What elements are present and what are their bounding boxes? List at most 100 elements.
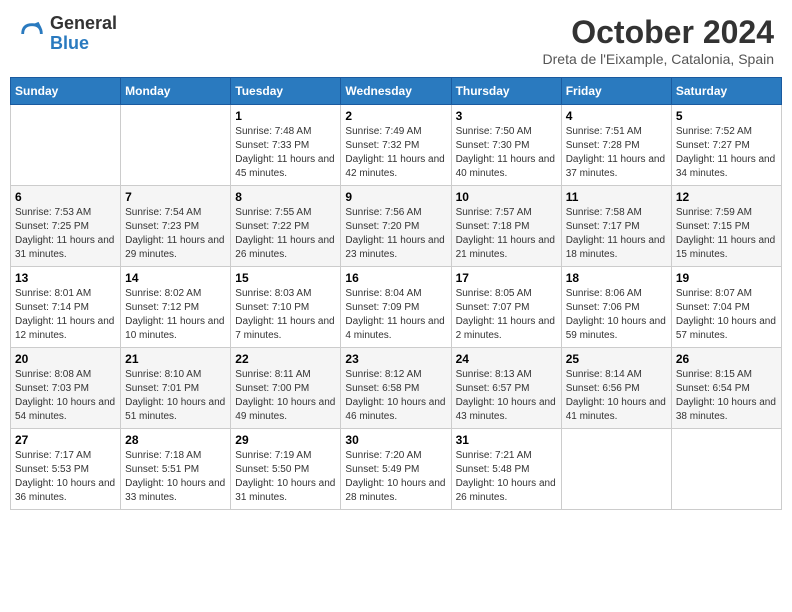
calendar-cell: 14Sunrise: 8:02 AM Sunset: 7:12 PM Dayli… <box>121 267 231 348</box>
page-header: General Blue October 2024 Dreta de l'Eix… <box>10 10 782 71</box>
calendar-cell: 11 Sunrise: 7:58 AM Sunset: 7:17 PM Dayli… <box>561 186 671 267</box>
logo-text: General Blue <box>50 14 117 54</box>
day-info: Sunrise: 8:01 AM Sunset: 7:14 PM Dayligh… <box>15 287 116 343</box>
calendar-cell: 26 Sunrise: 8:15 AM Sunset: 6:54 PM Dayli… <box>671 348 781 429</box>
day-number: 15 <box>235 271 336 285</box>
day-info: Sunrise: 7:21 AM Sunset: 5:48 PM Dayligh… <box>456 449 557 505</box>
day-info: Sunrise: 7:17 AM Sunset: 5:53 PM Dayligh… <box>15 449 116 505</box>
day-info: Sunrise: 8:15 AM Sunset: 6:54 PM Dayligh… <box>676 368 777 424</box>
day-of-week-saturday: Saturday <box>671 78 781 105</box>
day-number: 22 <box>235 352 336 366</box>
days-of-week-row: SundayMondayTuesdayWednesdayThursdayFrid… <box>11 78 782 105</box>
day-of-week-friday: Friday <box>561 78 671 105</box>
day-number: 20 <box>15 352 116 366</box>
calendar-cell: 13 Sunrise: 8:01 AM Sunset: 7:14 PM Dayli… <box>11 267 121 348</box>
calendar-cell: 21 Sunrise: 8:10 AM Sunset: 7:01 PM Dayli… <box>121 348 231 429</box>
logo-icon <box>18 20 46 48</box>
day-number: 7 <box>125 190 226 204</box>
day-info: Sunrise: 8:03 AM Sunset: 7:10 PM Dayligh… <box>235 287 336 343</box>
calendar-cell: 3 Sunrise: 7:50 AM Sunset: 7:30 PM Daylig… <box>451 105 561 186</box>
day-info: Sunrise: 8:07 AM Sunset: 7:04 PM Dayligh… <box>676 287 777 343</box>
day-number: 3 <box>456 109 557 123</box>
day-number: 6 <box>15 190 116 204</box>
day-number: 27 <box>15 433 116 447</box>
location-subtitle: Dreta de l'Eixample, Catalonia, Spain <box>543 51 774 67</box>
day-of-week-thursday: Thursday <box>451 78 561 105</box>
day-number: 21 <box>125 352 226 366</box>
day-number: 30 <box>345 433 446 447</box>
month-title: October 2024 <box>543 14 774 51</box>
calendar-cell: 23 Sunrise: 8:12 AM Sunset: 6:58 PM Dayli… <box>341 348 451 429</box>
calendar-cell: 28Sunrise: 7:18 AM Sunset: 5:51 PM Dayli… <box>121 429 231 510</box>
day-number: 11 <box>566 190 667 204</box>
logo: General Blue <box>18 14 117 54</box>
calendar-body: 1Sunrise: 7:48 AM Sunset: 7:33 PM Daylig… <box>11 105 782 510</box>
calendar-cell: 6 Sunrise: 7:53 AM Sunset: 7:25 PM Daylig… <box>11 186 121 267</box>
calendar-cell: 2Sunrise: 7:49 AM Sunset: 7:32 PM Daylig… <box>341 105 451 186</box>
day-info: Sunrise: 7:54 AM Sunset: 7:23 PM Dayligh… <box>125 206 226 262</box>
day-info: Sunrise: 7:48 AM Sunset: 7:33 PM Dayligh… <box>235 125 336 181</box>
day-info: Sunrise: 7:58 AM Sunset: 7:17 PM Dayligh… <box>566 206 667 262</box>
day-number: 26 <box>676 352 777 366</box>
calendar-cell: 17Sunrise: 8:05 AM Sunset: 7:07 PM Dayli… <box>451 267 561 348</box>
day-info: Sunrise: 7:50 AM Sunset: 7:30 PM Dayligh… <box>456 125 557 181</box>
day-number: 12 <box>676 190 777 204</box>
day-number: 23 <box>345 352 446 366</box>
calendar-cell <box>121 105 231 186</box>
day-number: 31 <box>456 433 557 447</box>
day-number: 24 <box>456 352 557 366</box>
calendar-cell: 15 Sunrise: 8:03 AM Sunset: 7:10 PM Dayli… <box>231 267 341 348</box>
calendar-cell <box>561 429 671 510</box>
calendar-cell: 8 Sunrise: 7:55 AM Sunset: 7:22 PM Daylig… <box>231 186 341 267</box>
day-number: 16 <box>345 271 446 285</box>
day-number: 4 <box>566 109 667 123</box>
day-info: Sunrise: 7:18 AM Sunset: 5:51 PM Dayligh… <box>125 449 226 505</box>
day-info: Sunrise: 8:06 AM Sunset: 7:06 PM Dayligh… <box>566 287 667 343</box>
day-info: Sunrise: 8:10 AM Sunset: 7:01 PM Dayligh… <box>125 368 226 424</box>
calendar-cell: 29 Sunrise: 7:19 AM Sunset: 5:50 PM Dayli… <box>231 429 341 510</box>
calendar-cell: 27 Sunrise: 7:17 AM Sunset: 5:53 PM Dayli… <box>11 429 121 510</box>
day-number: 18 <box>566 271 667 285</box>
day-info: Sunrise: 7:49 AM Sunset: 7:32 PM Dayligh… <box>345 125 446 181</box>
day-info: Sunrise: 7:59 AM Sunset: 7:15 PM Dayligh… <box>676 206 777 262</box>
day-of-week-monday: Monday <box>121 78 231 105</box>
calendar-cell: 7 Sunrise: 7:54 AM Sunset: 7:23 PM Daylig… <box>121 186 231 267</box>
day-number: 13 <box>15 271 116 285</box>
day-info: Sunrise: 7:51 AM Sunset: 7:28 PM Dayligh… <box>566 125 667 181</box>
calendar-week-row: 6 Sunrise: 7:53 AM Sunset: 7:25 PM Daylig… <box>11 186 782 267</box>
day-number: 14 <box>125 271 226 285</box>
day-info: Sunrise: 7:19 AM Sunset: 5:50 PM Dayligh… <box>235 449 336 505</box>
logo-blue-text: Blue <box>50 34 117 54</box>
calendar-cell: 20Sunrise: 8:08 AM Sunset: 7:03 PM Dayli… <box>11 348 121 429</box>
calendar-cell: 4 Sunrise: 7:51 AM Sunset: 7:28 PM Daylig… <box>561 105 671 186</box>
calendar-cell: 10Sunrise: 7:57 AM Sunset: 7:18 PM Dayli… <box>451 186 561 267</box>
day-number: 25 <box>566 352 667 366</box>
day-info: Sunrise: 8:14 AM Sunset: 6:56 PM Dayligh… <box>566 368 667 424</box>
day-info: Sunrise: 8:11 AM Sunset: 7:00 PM Dayligh… <box>235 368 336 424</box>
title-block: October 2024 Dreta de l'Eixample, Catalo… <box>543 14 774 67</box>
day-info: Sunrise: 7:52 AM Sunset: 7:27 PM Dayligh… <box>676 125 777 181</box>
calendar-week-row: 27 Sunrise: 7:17 AM Sunset: 5:53 PM Dayli… <box>11 429 782 510</box>
calendar-cell: 9Sunrise: 7:56 AM Sunset: 7:20 PM Daylig… <box>341 186 451 267</box>
calendar-cell <box>11 105 121 186</box>
day-info: Sunrise: 7:55 AM Sunset: 7:22 PM Dayligh… <box>235 206 336 262</box>
calendar-cell: 16Sunrise: 8:04 AM Sunset: 7:09 PM Dayli… <box>341 267 451 348</box>
calendar-cell: 25 Sunrise: 8:14 AM Sunset: 6:56 PM Dayli… <box>561 348 671 429</box>
day-info: Sunrise: 8:05 AM Sunset: 7:07 PM Dayligh… <box>456 287 557 343</box>
calendar-cell: 31 Sunrise: 7:21 AM Sunset: 5:48 PM Dayli… <box>451 429 561 510</box>
calendar-cell: 12 Sunrise: 7:59 AM Sunset: 7:15 PM Dayli… <box>671 186 781 267</box>
calendar-cell: 5Sunrise: 7:52 AM Sunset: 7:27 PM Daylig… <box>671 105 781 186</box>
day-number: 29 <box>235 433 336 447</box>
calendar-header: SundayMondayTuesdayWednesdayThursdayFrid… <box>11 78 782 105</box>
calendar-week-row: 20Sunrise: 8:08 AM Sunset: 7:03 PM Dayli… <box>11 348 782 429</box>
day-info: Sunrise: 7:53 AM Sunset: 7:25 PM Dayligh… <box>15 206 116 262</box>
day-info: Sunrise: 8:12 AM Sunset: 6:58 PM Dayligh… <box>345 368 446 424</box>
calendar-cell: 19Sunrise: 8:07 AM Sunset: 7:04 PM Dayli… <box>671 267 781 348</box>
calendar-week-row: 13 Sunrise: 8:01 AM Sunset: 7:14 PM Dayli… <box>11 267 782 348</box>
day-of-week-tuesday: Tuesday <box>231 78 341 105</box>
day-of-week-sunday: Sunday <box>11 78 121 105</box>
day-number: 10 <box>456 190 557 204</box>
calendar-cell: 30Sunrise: 7:20 AM Sunset: 5:49 PM Dayli… <box>341 429 451 510</box>
day-number: 8 <box>235 190 336 204</box>
day-info: Sunrise: 8:13 AM Sunset: 6:57 PM Dayligh… <box>456 368 557 424</box>
